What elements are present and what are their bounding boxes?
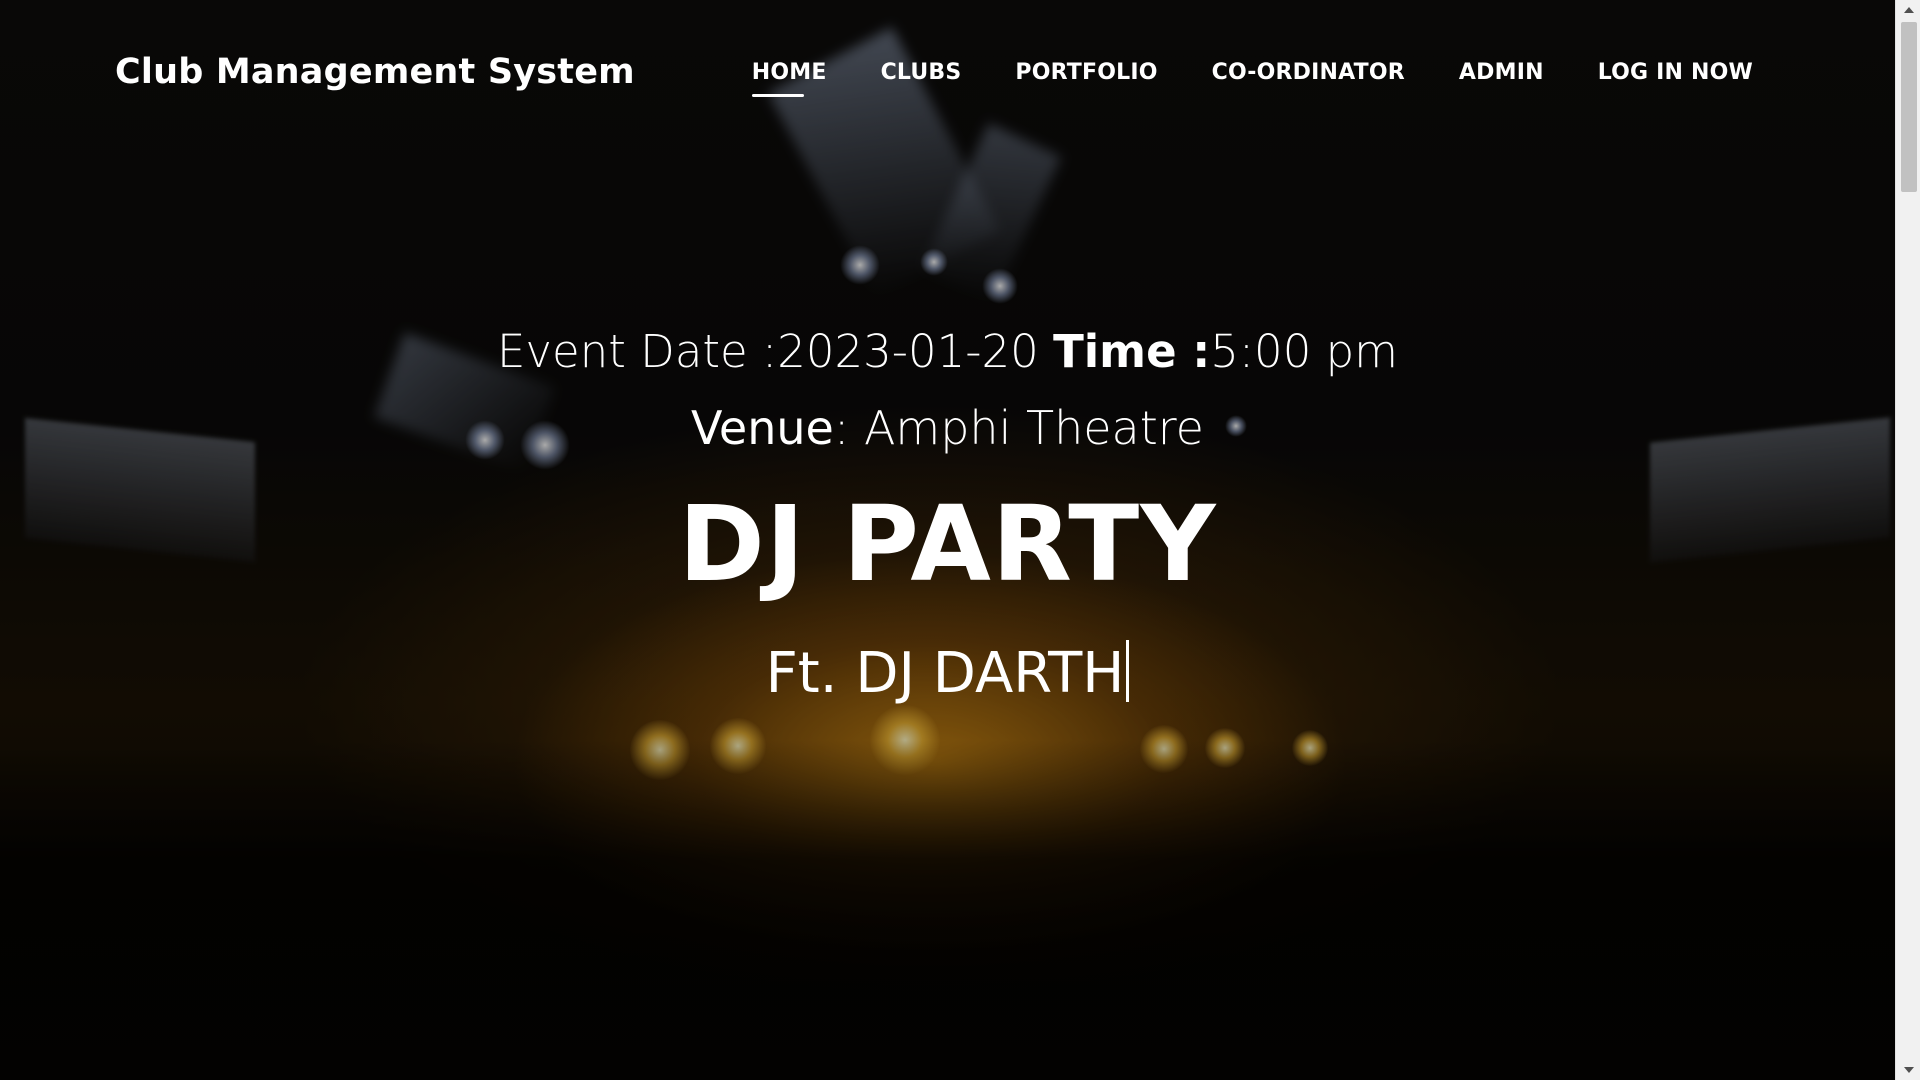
event-title: DJ PARTY bbox=[678, 483, 1217, 605]
event-date-label: Event Date : bbox=[496, 325, 778, 378]
nav-link-home[interactable]: HOME bbox=[751, 60, 827, 97]
event-venue-value: : Amphi Theatre bbox=[833, 401, 1204, 455]
event-venue: Venue: Amphi Theatre bbox=[0, 396, 1895, 460]
nav-item-clubs: CLUBS bbox=[881, 60, 962, 97]
event-time-label: Time : bbox=[1053, 325, 1211, 378]
caret-down-icon bbox=[1903, 1067, 1914, 1073]
event-time-value: 5:00 pm bbox=[1210, 325, 1399, 378]
caret-up-icon bbox=[1903, 7, 1914, 13]
nav-link-coordinator[interactable]: CO-ORDINATOR bbox=[1212, 60, 1405, 97]
event-date-value: 2023-01-20 bbox=[777, 325, 1039, 378]
nav-item-portfolio: PORTFOLIO bbox=[1015, 60, 1157, 97]
event-subtitle-text: Ft. DJ DARTH bbox=[765, 641, 1125, 706]
typing-caret bbox=[1126, 640, 1130, 702]
nav-link-clubs[interactable]: CLUBS bbox=[881, 60, 962, 97]
nav-item-coordinator: CO-ORDINATOR bbox=[1212, 60, 1405, 97]
nav-link-admin[interactable]: ADMIN bbox=[1459, 60, 1544, 97]
nav-item-admin: ADMIN bbox=[1459, 60, 1544, 97]
event-hero: Event Date :2023-01-20 Time :5:00 pm Ven… bbox=[0, 320, 1895, 710]
event-venue-label: Venue bbox=[691, 401, 834, 455]
nav-link-portfolio[interactable]: PORTFOLIO bbox=[1015, 60, 1157, 97]
scroll-up-button[interactable] bbox=[1896, 0, 1920, 20]
vertical-scrollbar[interactable] bbox=[1895, 0, 1920, 1080]
nav-item-login: LOG IN NOW bbox=[1598, 60, 1753, 97]
event-date-time: Event Date :2023-01-20 Time :5:00 pm bbox=[0, 320, 1895, 384]
navbar: Club Management System HOME CLUBS PORTFO… bbox=[0, 0, 1895, 150]
brand-logo[interactable]: Club Management System bbox=[115, 52, 635, 92]
scrollbar-thumb[interactable] bbox=[1901, 22, 1917, 192]
nav-menu: HOME CLUBS PORTFOLIO CO-ORDINATOR ADMIN … bbox=[751, 60, 1753, 97]
hero-section: Club Management System HOME CLUBS PORTFO… bbox=[0, 0, 1895, 1080]
event-subtitle: Ft. DJ DARTH bbox=[0, 638, 1895, 710]
nav-item-home: HOME bbox=[751, 60, 827, 97]
scroll-down-button[interactable] bbox=[1896, 1060, 1920, 1080]
nav-link-login[interactable]: LOG IN NOW bbox=[1598, 60, 1753, 97]
